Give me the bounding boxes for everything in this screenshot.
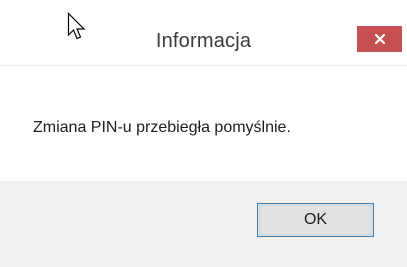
dialog-body: Zmiana PIN-u przebiegła pomyślnie. <box>0 66 407 181</box>
dialog-title: Informacja <box>155 30 252 52</box>
mouse-pointer-icon <box>67 12 87 42</box>
ok-button[interactable]: OK <box>257 203 374 237</box>
dialog-footer: OK <box>0 181 407 267</box>
close-button[interactable] <box>357 26 402 52</box>
title-bar[interactable]: Informacja <box>0 0 407 66</box>
dialog-message: Zmiana PIN-u przebiegła pomyślnie. <box>33 119 291 136</box>
close-icon <box>374 34 385 44</box>
information-dialog: Informacja Zmiana PIN-u przebiegła pomyś… <box>0 0 407 267</box>
